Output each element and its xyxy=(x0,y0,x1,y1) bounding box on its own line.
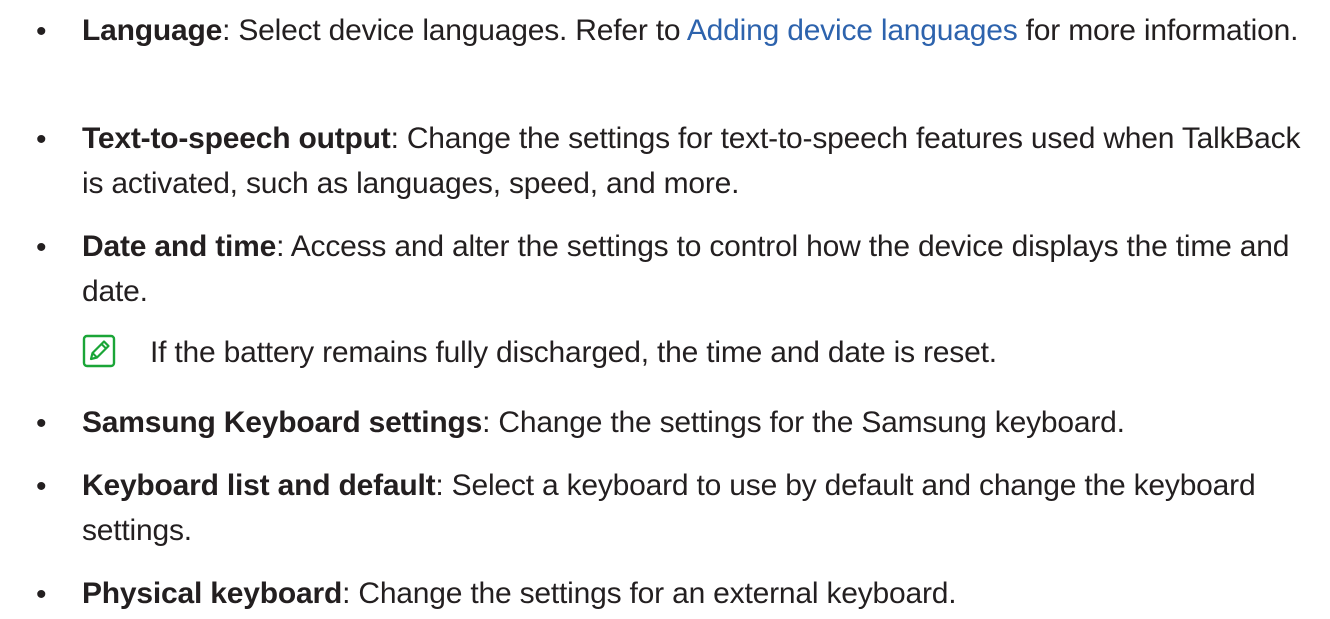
item-term: Text-to-speech output xyxy=(82,122,391,155)
item-desc-end: for more information. xyxy=(1017,14,1299,47)
bullet: • xyxy=(36,578,47,611)
bullet: • xyxy=(36,15,47,48)
item-text: Date and time: Access and alter the sett… xyxy=(82,224,1312,314)
item-text: Text-to-speech output: Change the settin… xyxy=(82,116,1312,206)
bullet: • xyxy=(36,407,47,440)
item-text: Samsung Keyboard settings: Change the se… xyxy=(82,400,1312,445)
item-term: Language xyxy=(82,14,223,47)
item-term: Keyboard list and default xyxy=(82,469,436,502)
item-desc: : Select device languages. Refer to xyxy=(222,14,687,47)
item-text: Language: Select device languages. Refer… xyxy=(82,8,1312,53)
item-text: Keyboard list and default: Select a keyb… xyxy=(82,463,1312,553)
note-text: If the battery remains fully discharged,… xyxy=(150,336,997,369)
item-desc: : Change the settings for the Samsung ke… xyxy=(482,406,1125,439)
bullet: • xyxy=(36,231,47,264)
note-callout: If the battery remains fully discharged,… xyxy=(82,330,1282,375)
item-desc: : Change the settings for an external ke… xyxy=(342,577,957,610)
bullet: • xyxy=(36,470,47,503)
item-term: Date and time xyxy=(82,230,277,263)
bullet: • xyxy=(36,123,47,156)
item-term: Physical keyboard xyxy=(82,577,343,610)
item-text: Physical keyboard: Change the settings f… xyxy=(82,571,1312,616)
adding-device-languages-link[interactable]: Adding device languages xyxy=(687,14,1018,47)
item-term: Samsung Keyboard settings xyxy=(82,406,483,439)
note-pencil-icon xyxy=(82,334,116,368)
